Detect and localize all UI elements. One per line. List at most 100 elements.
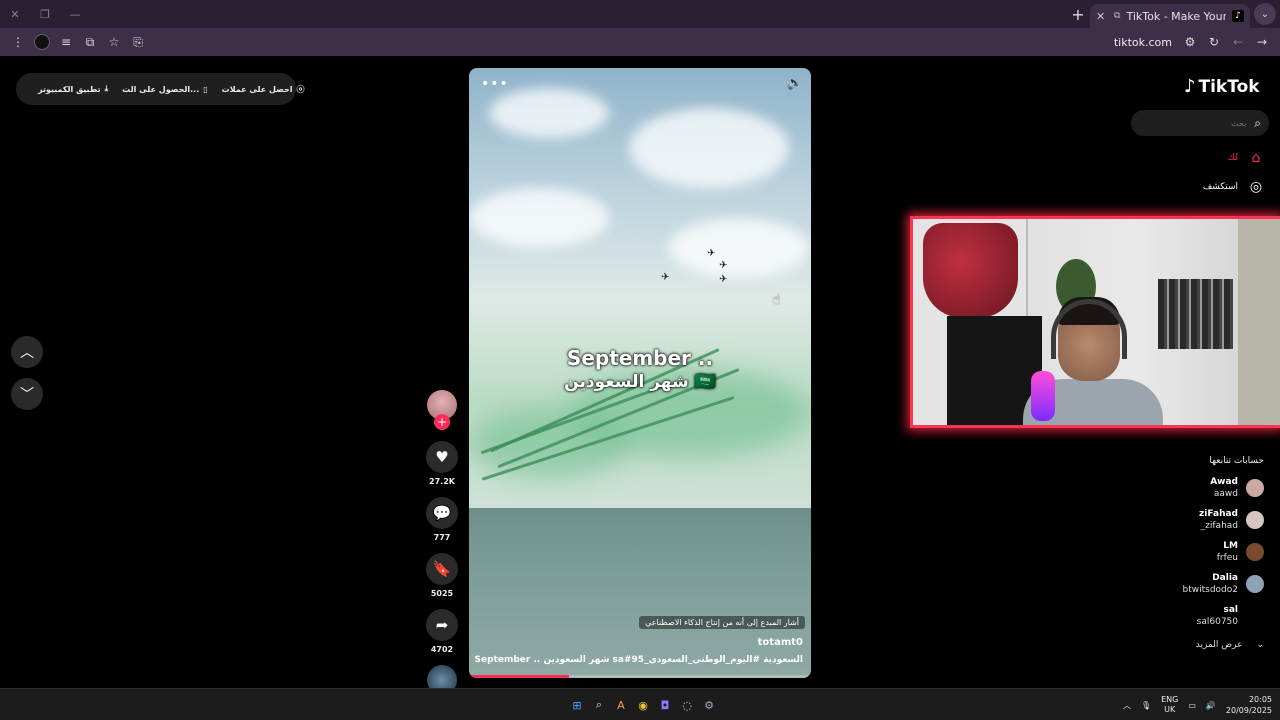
sidebar-item-for-you[interactable]: لك ⌂ — [1228, 150, 1264, 166]
tab-search-icon[interactable]: ⌄ — [1254, 3, 1276, 25]
obs-icon[interactable]: ◌ — [676, 694, 698, 716]
see-more-label: عرض المزيد — [1195, 640, 1243, 650]
mobile-app-label: الحصول على الت... — [122, 84, 200, 94]
chrome-icon[interactable]: ◉ — [632, 694, 654, 716]
extensions-icon[interactable]: ⧉ — [78, 30, 102, 54]
previous-video-button[interactable]: ︿ — [11, 336, 43, 368]
get-pc-app-link[interactable]: تطبيق الكمبيوتر ⤓ — [38, 84, 108, 94]
account-avatar — [1246, 543, 1264, 561]
microphone-icon[interactable]: 🎙 — [1141, 701, 1151, 710]
chevron-up-icon: ︿ — [20, 345, 34, 361]
followed-account[interactable]: Awad aawd — [1210, 476, 1264, 500]
sidebar-item-explore[interactable]: استكشف ◎ — [1203, 179, 1264, 195]
account-avatar — [1246, 575, 1264, 593]
jet-icon: ✈ — [719, 260, 728, 271]
browser-toolbar: ⋮ ≡ ⧉ ☆ ⎘ tiktok.com ⚙ ↻ ← → — [0, 28, 1280, 56]
follow-plus-icon[interactable]: + — [434, 414, 450, 430]
more-options-icon[interactable]: ••• — [481, 76, 509, 92]
profile-avatar[interactable] — [30, 30, 54, 54]
account-username: _zifahad — [1200, 521, 1238, 531]
get-mobile-app-link[interactable]: الحصول على الت... ▯ — [122, 85, 208, 94]
taskbar: ⊞ ⌕ A ◉ ◘ ◌ ⚙ ︿ 🎙 ENG UK ▭ 🔊 20:05 20/09… — [0, 688, 1280, 720]
reload-icon[interactable]: ↻ — [1202, 30, 1226, 54]
keyboard-layout: UK — [1164, 705, 1176, 714]
share-arrow-icon: ➦ — [435, 616, 449, 634]
get-coins-link[interactable]: احصل على عملات ⓞ — [222, 84, 305, 95]
overlay-title-ar: شهر السعودين 🇸🇦 — [564, 372, 716, 392]
address-bar-url[interactable]: tiktok.com — [1114, 36, 1172, 49]
close-tab-icon[interactable]: ✕ — [1096, 10, 1108, 23]
account-username: btwitsdodo2 — [1182, 585, 1239, 595]
heart-icon: ♥ — [435, 448, 449, 466]
creator-avatar[interactable]: + — [427, 390, 457, 430]
share-page-icon[interactable]: ⎘ — [126, 30, 150, 54]
followed-account[interactable]: Dalia btwitsdodo2 — [1182, 572, 1264, 596]
network-icon[interactable]: ▭ — [1188, 701, 1196, 710]
restore-window-icon[interactable]: ❐ — [30, 0, 60, 28]
jet-icon: ✈ — [719, 274, 728, 285]
comment-count: 777 — [433, 533, 451, 542]
browser-tab[interactable]: ✕ ⧉ TikTok - Make Your Day ♪ — [1090, 4, 1250, 28]
video-player[interactable]: ✈ ✈ ✈ ✈ September .. شهر السعودين 🇸🇦 •••… — [469, 68, 811, 678]
search-bar[interactable]: ⌕ — [1131, 110, 1269, 136]
mouse-cursor-icon: ☝ — [772, 292, 781, 308]
like-count: 27.2K — [429, 477, 455, 486]
account-name: sal — [1223, 605, 1238, 615]
speaker-icon[interactable]: 🔊 — [1206, 701, 1216, 710]
comment-icon: 💬 — [432, 504, 452, 522]
account-name: Awad — [1210, 477, 1238, 487]
clock[interactable]: 20:05 20/09/2025 — [1226, 694, 1272, 716]
comment-button[interactable]: 💬 — [426, 497, 458, 529]
save-count: 5025 — [430, 589, 454, 598]
get-coins-label: احصل على عملات — [221, 84, 293, 94]
followed-account[interactable]: ziFahad _zifahad — [1199, 508, 1264, 532]
save-button[interactable]: 🔖 — [426, 553, 458, 585]
jet-icon: ✈ — [661, 272, 670, 283]
volume-icon[interactable]: 🔈 — [787, 76, 803, 91]
overlay-title-en: September .. — [566, 346, 714, 370]
tiktok-favicon-icon: ♪ — [1232, 10, 1244, 22]
forward-arrow-icon[interactable]: → — [1250, 30, 1274, 54]
clock-time: 20:05 — [1248, 695, 1272, 704]
sea — [469, 508, 811, 678]
search-input[interactable] — [1156, 118, 1247, 128]
windows-start-icon[interactable]: ⊞ — [566, 694, 588, 716]
webcam-overlay — [910, 216, 1280, 428]
search-icon[interactable]: ⌕ — [1254, 116, 1261, 131]
taskbar-search-icon[interactable]: ⌕ — [588, 694, 610, 716]
account-avatar — [1246, 511, 1264, 529]
discord-icon[interactable]: ◘ — [654, 694, 676, 716]
account-username: aawd — [1213, 489, 1238, 499]
tiktok-page: تطبيق الكمبيوتر ⤓ الحصول على الت... ▯ اح… — [0, 56, 1280, 695]
see-more-button[interactable]: عرض المزيد ⌄ — [1196, 640, 1264, 650]
progress-bar[interactable] — [469, 675, 569, 678]
app-icon[interactable]: A — [610, 694, 632, 716]
share-count: 4702 — [430, 645, 454, 654]
tray-chevron-up-icon[interactable]: ︿ — [1123, 700, 1131, 711]
next-video-button[interactable]: ﹀ — [11, 378, 43, 410]
like-button[interactable]: ♥ — [426, 441, 458, 473]
minimize-window-icon[interactable]: — — [60, 0, 90, 28]
tiktok-logo[interactable]: ♪ TikTok — [1184, 76, 1260, 97]
new-tab-button[interactable]: + — [1066, 0, 1090, 28]
action-rail: + ♥ 27.2K 💬 777 🔖 5025 ➦ 4702 — [426, 390, 458, 695]
home-icon: ⌂ — [1251, 150, 1261, 166]
bookmark-star-icon[interactable]: ☆ — [102, 30, 126, 54]
download-icon: ⤓ — [104, 84, 109, 93]
language-indicator[interactable]: ENG UK — [1161, 695, 1178, 715]
steam-icon[interactable]: ⚙ — [698, 694, 720, 716]
video-author[interactable]: totamt0 — [758, 637, 803, 648]
back-arrow-icon[interactable]: ← — [1226, 30, 1250, 54]
followed-account[interactable]: LM frfeu — [1217, 540, 1264, 564]
chevron-down-icon: ⌄ — [1256, 640, 1264, 650]
reading-list-icon[interactable]: ≡ — [54, 30, 78, 54]
taskbar-apps: ⊞ ⌕ A ◉ ◘ ◌ ⚙ — [566, 694, 720, 716]
pc-app-label: تطبيق الكمبيوتر — [38, 84, 101, 94]
share-button[interactable]: ➦ — [426, 609, 458, 641]
menu-dots-icon[interactable]: ⋮ — [6, 30, 30, 54]
account-username: frfeu — [1216, 553, 1238, 563]
ai-generated-label: أشار المبدع إلى أنه من إنتاج الذكاء الاص… — [639, 616, 805, 629]
followed-account[interactable]: sal sal60750 — [1197, 604, 1264, 628]
site-settings-icon[interactable]: ⚙ — [1178, 30, 1202, 54]
close-window-icon[interactable]: ✕ — [0, 0, 30, 28]
